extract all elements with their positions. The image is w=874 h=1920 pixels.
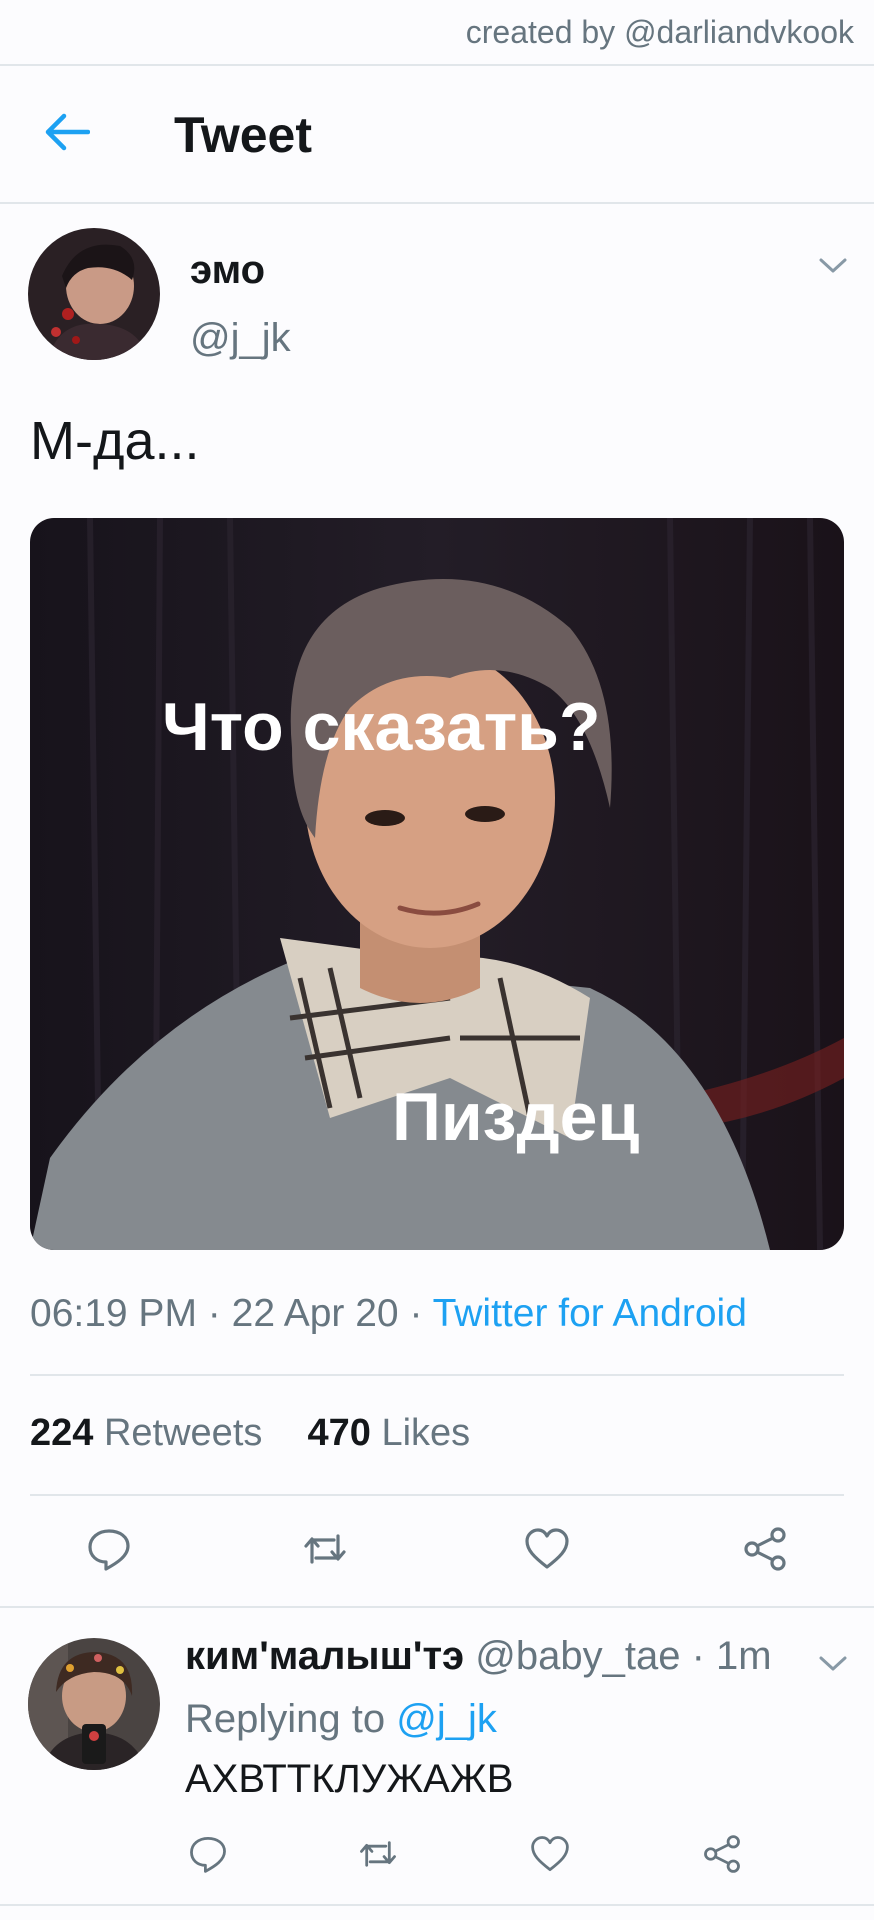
reply-reply-button[interactable] [188,1834,228,1874]
chevron-down-icon [819,258,847,273]
reply-like-button[interactable] [530,1834,570,1874]
meta-separator: · [207,1292,221,1335]
reply-options-button[interactable] [818,1654,848,1674]
tweet-options-button[interactable] [818,256,848,276]
share-button[interactable] [742,1526,788,1572]
tweet-stats: 224 Retweets 470 Likes [30,1412,470,1455]
arrow-left-icon [45,113,90,151]
tweet-date: 22 Apr 20 [231,1292,399,1335]
back-button[interactable] [44,112,90,152]
share-icon [704,1835,740,1873]
chevron-down-icon [819,1656,847,1671]
media-caption-bottom: Пиздец [392,1079,640,1155]
tweet-media-image[interactable]: Что сказать? Пиздец [30,518,844,1250]
reply-author-handle[interactable]: @baby_tae [475,1634,680,1678]
reply-icon [190,1836,226,1873]
replying-to-handle[interactable]: @j_jk [396,1697,497,1741]
tweet-divider [0,1606,874,1608]
like-icon [531,1836,569,1872]
likes-label: Likes [381,1412,471,1454]
stats-divider [30,1494,844,1496]
reply-divider [0,1904,874,1906]
reply-author-avatar[interactable] [28,1638,160,1770]
header-divider [0,202,874,204]
author-handle[interactable]: @j_jk [190,316,291,361]
author-avatar[interactable] [28,228,160,360]
meta-divider [30,1374,844,1376]
like-icon [525,1528,569,1569]
share-icon [744,1527,786,1571]
reply-time: 1m [716,1634,772,1678]
media-caption-top: Что сказать? [162,689,601,765]
author-name[interactable]: эмо [190,248,265,293]
retweet-button[interactable] [302,1526,348,1572]
replying-to-label: Replying to [185,1697,386,1741]
retweet-icon [360,1841,396,1867]
reply-button[interactable] [86,1526,132,1572]
reply-author-name[interactable]: ким'малыш'тэ [185,1634,464,1678]
likes-stat[interactable]: 470 Likes [308,1412,471,1454]
reply-header: ким'малыш'тэ @baby_tae · 1m [185,1634,772,1679]
retweets-count: 224 [30,1412,94,1454]
page-title: Tweet [174,107,312,163]
like-button[interactable] [524,1526,570,1572]
retweets-label: Retweets [103,1412,263,1454]
likes-count: 470 [307,1412,371,1454]
replying-to: Replying to @j_jk [185,1697,497,1742]
watermark-text: created by @darliandvkook [465,14,854,50]
retweet-icon [304,1534,346,1564]
meta-separator: · [409,1292,423,1335]
tweet-client-link[interactable]: Twitter for Android [433,1292,747,1335]
reply-separator: · [691,1634,705,1678]
retweets-stat[interactable]: 224 Retweets [30,1412,262,1454]
tweet-time: 06:19 PM [30,1292,197,1335]
reply-text: АХВТТКЛУЖАЖВ [185,1757,514,1801]
reply-retweet-button[interactable] [358,1834,398,1874]
reply-icon [88,1529,130,1571]
reply-share-button[interactable] [702,1834,742,1874]
tweet-text: М-да... [30,411,200,471]
tweet-meta: 06:19 PM · 22 Apr 20 · Twitter for Andro… [30,1292,747,1336]
top-divider [0,64,874,66]
